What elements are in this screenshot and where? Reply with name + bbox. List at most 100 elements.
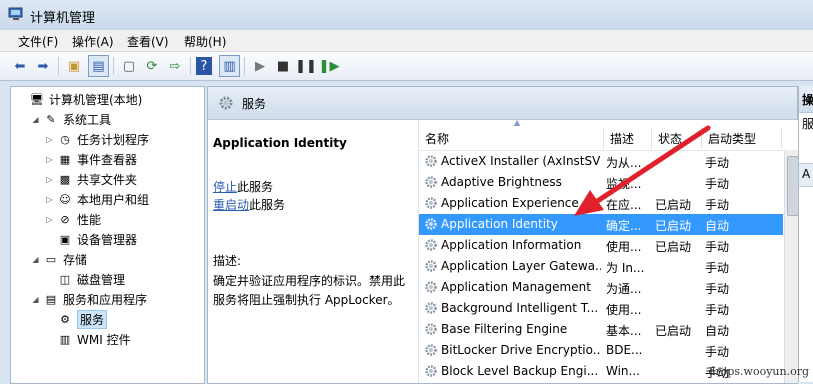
actions-selected-service-item[interactable]: A: [802, 167, 810, 181]
tree-item-label: 服务: [77, 309, 108, 329]
tree-item-label: WMI 控件: [77, 332, 131, 347]
service-description: 基本...: [606, 324, 642, 338]
tree-item-6[interactable]: ▷ ⊘ 性能: [45, 209, 101, 229]
column-header-startup-type[interactable]: 启动类型: [702, 127, 782, 149]
tree-item-11[interactable]: ⚙ 服务: [45, 309, 108, 329]
tree-item-1[interactable]: ◢ ✎ 系统工具: [31, 109, 111, 129]
tree-item-10[interactable]: ◢ ▤ 服务和应用程序: [31, 289, 147, 309]
service-row[interactable]: BitLocker Drive Encryptio... BDE... 手动: [419, 340, 783, 361]
service-gear-icon: [425, 365, 437, 377]
pause-service-icon[interactable]: ❚❚: [295, 56, 317, 76]
tree-item-8[interactable]: ◢ ▭ 存储: [31, 249, 87, 269]
menu-view[interactable]: 查看(V): [127, 33, 169, 50]
expander-icon[interactable]: ▷: [45, 175, 54, 184]
menu-action[interactable]: 操作(A): [72, 33, 114, 50]
service-name: Block Level Backup Engi...: [441, 364, 599, 378]
expander-icon[interactable]: ▷: [45, 135, 54, 144]
service-description: 确定...: [606, 219, 642, 233]
refresh-icon[interactable]: ⟳: [142, 56, 162, 76]
description-line-2: 服务将阻止强制执行 AppLocker。: [213, 293, 400, 307]
service-description: 使用...: [606, 240, 642, 254]
disk-icon: ◫: [59, 272, 71, 286]
navigation-tree: 🖥 计算机管理(本地) ◢ ✎ 系统工具 ▷ ◷ 任务计划程序 ▷ ▦ 事件查看器 ▷ ▩ 共享文件夹 ▷ ☺…: [10, 86, 205, 384]
gear-icon: [219, 96, 233, 110]
expander-icon[interactable]: ◢: [31, 295, 40, 304]
tree-item-5[interactable]: ▷ ☺ 本地用户和组: [45, 189, 149, 209]
restart-service-icon[interactable]: ❚▶: [319, 56, 340, 76]
service-description: 为通...: [606, 282, 642, 296]
tree-item-label: 系统工具: [63, 112, 112, 127]
expander-icon[interactable]: ▷: [45, 195, 54, 204]
service-startup-type: 自动: [705, 219, 730, 233]
service-name-heading: Application Identity: [213, 136, 347, 150]
export-list-icon[interactable]: ⇨: [165, 56, 185, 76]
service-name: Base Filtering Engine: [441, 322, 568, 336]
service-row[interactable]: ActiveX Installer (AxInstSV) 为从... 手动: [419, 151, 783, 172]
service-row[interactable]: Application Identity 确定... 已启动 自动: [419, 214, 783, 235]
tree-item-label: 本地用户和组: [77, 192, 150, 207]
actions-services-item[interactable]: 服: [802, 115, 813, 132]
restart-service-link[interactable]: 重启动: [213, 198, 249, 212]
tree-item-7[interactable]: ▣ 设备管理器: [45, 229, 137, 249]
watermark: drops.wooyun.org: [708, 365, 809, 378]
service-startup-type: 手动: [705, 198, 730, 212]
panel-title: 服务: [242, 97, 267, 111]
service-name: Application Identity: [441, 217, 558, 231]
users-icon: ☺: [59, 192, 71, 206]
tree-item-2[interactable]: ▷ ◷ 任务计划程序: [45, 129, 149, 149]
start-service-icon[interactable]: ▶: [250, 56, 270, 76]
service-status: 已启动: [655, 240, 692, 254]
service-row[interactable]: Application Layer Gatewa... 为 In... 手动: [419, 256, 783, 277]
help-icon[interactable]: ?: [196, 57, 212, 75]
tree-item-label: 设备管理器: [77, 232, 138, 247]
toolbar-separator: [113, 57, 114, 75]
restart-service-suffix: 此服务: [249, 198, 286, 212]
tree-item-0[interactable]: 🖥 计算机管理(本地): [17, 89, 142, 109]
properties-icon[interactable]: ▢: [119, 56, 139, 76]
service-startup-type: 手动: [705, 303, 730, 317]
tree-item-label: 共享文件夹: [77, 172, 138, 187]
action-pane-icon[interactable]: ▥: [219, 55, 240, 77]
forward-icon[interactable]: ➡: [33, 56, 53, 76]
vertical-scrollbar[interactable]: [784, 150, 799, 383]
service-status: 已启动: [655, 198, 692, 212]
tree-item-12[interactable]: ▥ WMI 控件: [45, 329, 131, 349]
service-row[interactable]: Adaptive Brightness 监视... 手动: [419, 172, 783, 193]
tree-item-3[interactable]: ▷ ▦ 事件查看器: [45, 149, 137, 169]
tree-item-4[interactable]: ▷ ▩ 共享文件夹: [45, 169, 137, 189]
stop-service-icon[interactable]: ■: [273, 56, 293, 76]
stop-service-link[interactable]: 停止: [213, 180, 237, 194]
toolbar-separator: [244, 57, 245, 75]
description-label: 描述:: [213, 254, 242, 268]
service-gear-icon: [425, 176, 437, 188]
service-row[interactable]: Base Filtering Engine 基本... 已启动 自动: [419, 319, 783, 340]
column-header-name[interactable]: 名称: [419, 127, 604, 149]
toolbar: ⬅ ➡ ▣ ▤ ▢ ⟳ ⇨ ? ▥ ▶ ■ ❚❚ ❚▶: [0, 52, 813, 81]
tree-item-label: 存储: [63, 252, 88, 267]
service-row[interactable]: Application Experience 在应... 已启动 手动: [419, 193, 783, 214]
service-startup-type: 手动: [705, 156, 730, 170]
show-hide-tree-icon[interactable]: ▤: [88, 55, 109, 77]
tree-item-9[interactable]: ◫ 磁盘管理: [45, 269, 125, 289]
service-startup-type: 自动: [705, 324, 730, 338]
expander-icon[interactable]: ◢: [31, 255, 40, 264]
service-row[interactable]: Application Management 为通... 手动: [419, 277, 783, 298]
service-startup-type: 手动: [705, 240, 730, 254]
service-gear-icon: [425, 302, 437, 314]
service-row[interactable]: Application Information 使用... 已启动 手动: [419, 235, 783, 256]
up-folder-icon[interactable]: ▣: [64, 56, 84, 76]
column-header-status[interactable]: 状态: [652, 127, 702, 149]
expander-icon[interactable]: ◢: [31, 115, 40, 124]
expander-icon[interactable]: ▷: [45, 215, 54, 224]
menu-help[interactable]: 帮助(H): [184, 33, 226, 50]
services-apps-icon: ▤: [45, 292, 57, 306]
service-detail: Application Identity 停止此服务 重启动此服务 描述: 确定…: [208, 120, 413, 383]
expander-icon[interactable]: ▷: [45, 155, 54, 164]
service-row[interactable]: Background Intelligent T... 使用... 手动: [419, 298, 783, 319]
service-name: Adaptive Brightness: [441, 175, 562, 189]
menu-file[interactable]: 文件(F): [18, 33, 58, 50]
service-description: 监视...: [606, 177, 642, 191]
column-header-description[interactable]: 描述: [604, 127, 652, 149]
back-icon[interactable]: ⬅: [10, 56, 30, 76]
service-status: 已启动: [655, 219, 692, 233]
